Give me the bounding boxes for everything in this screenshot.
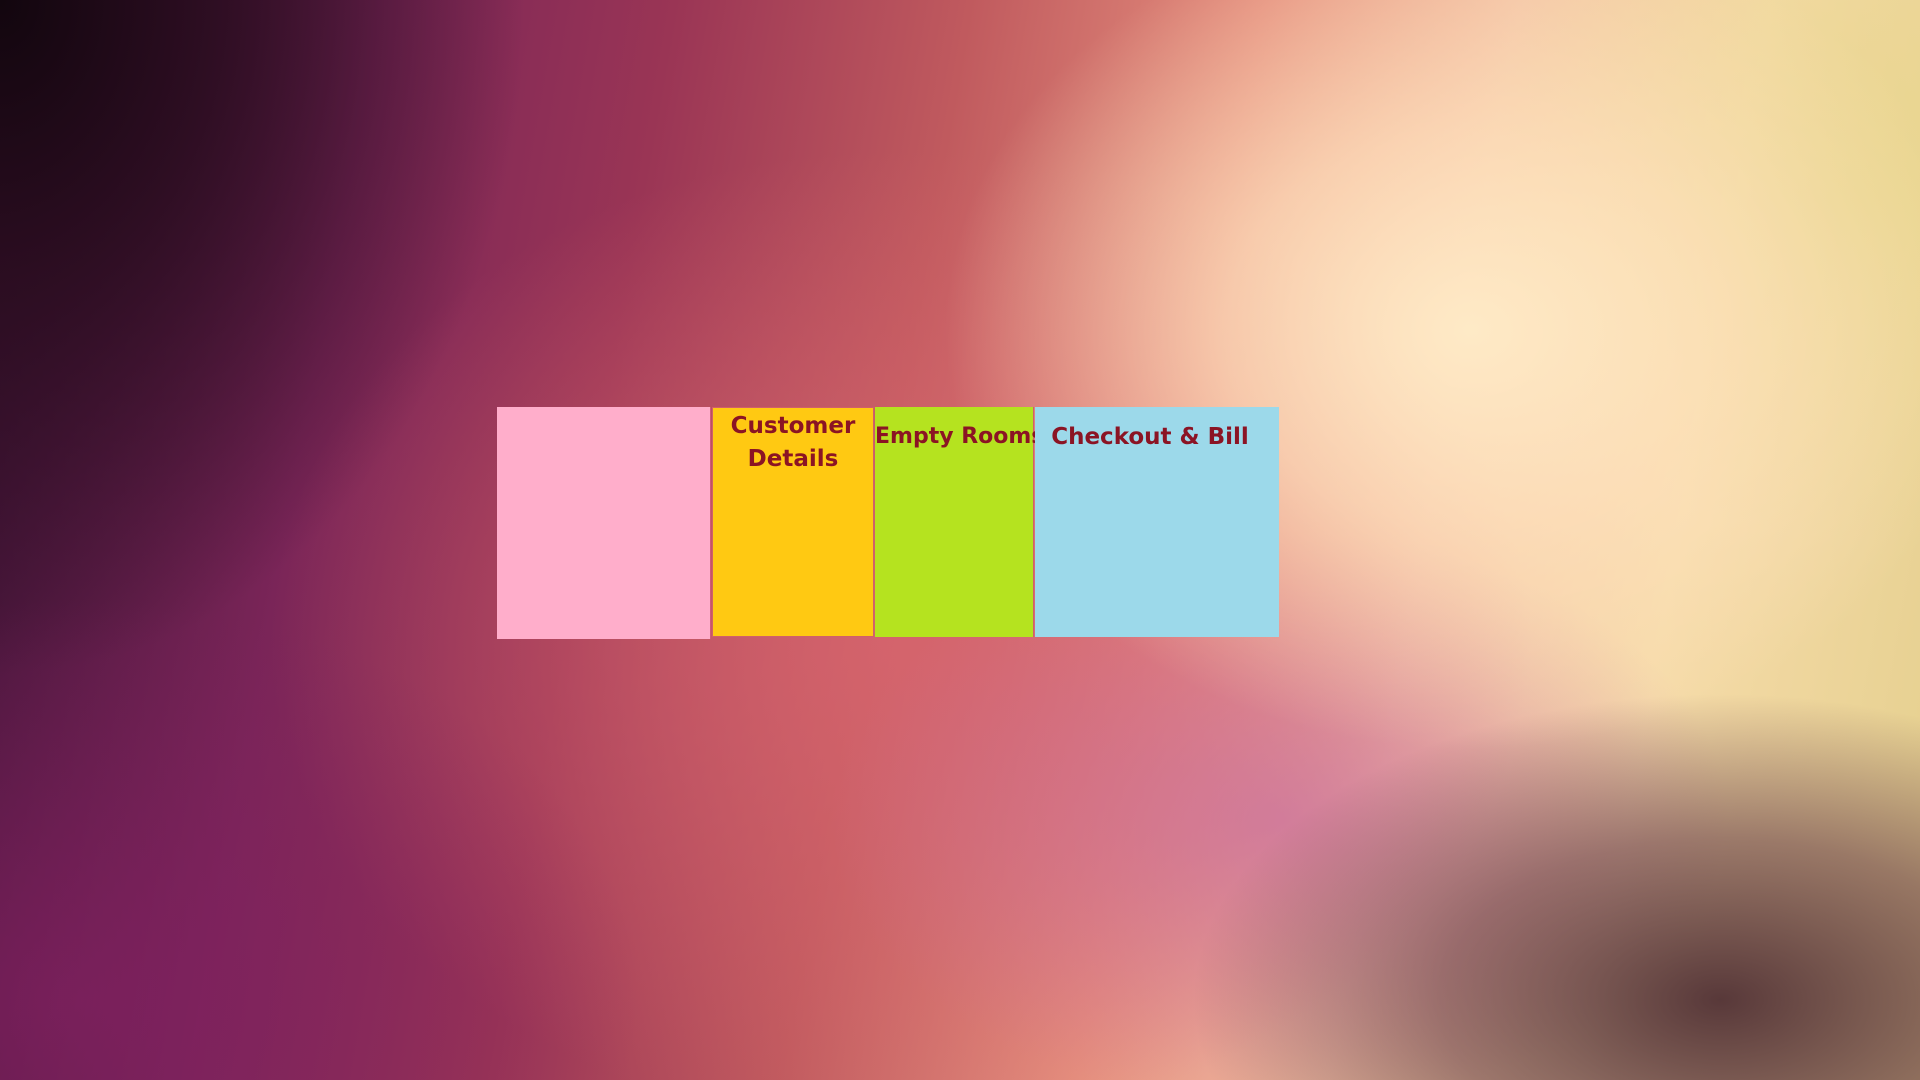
tile-customer-details[interactable]: Customer Details <box>712 407 874 637</box>
tile-empty-rooms[interactable]: Empty Rooms <box>875 407 1044 637</box>
tile-blank[interactable] <box>497 407 711 639</box>
menu-tiles: Customer Details Empty Rooms Checkout & … <box>497 407 1279 639</box>
tile-checkout-bill[interactable]: Checkout & Bill <box>1035 407 1279 637</box>
